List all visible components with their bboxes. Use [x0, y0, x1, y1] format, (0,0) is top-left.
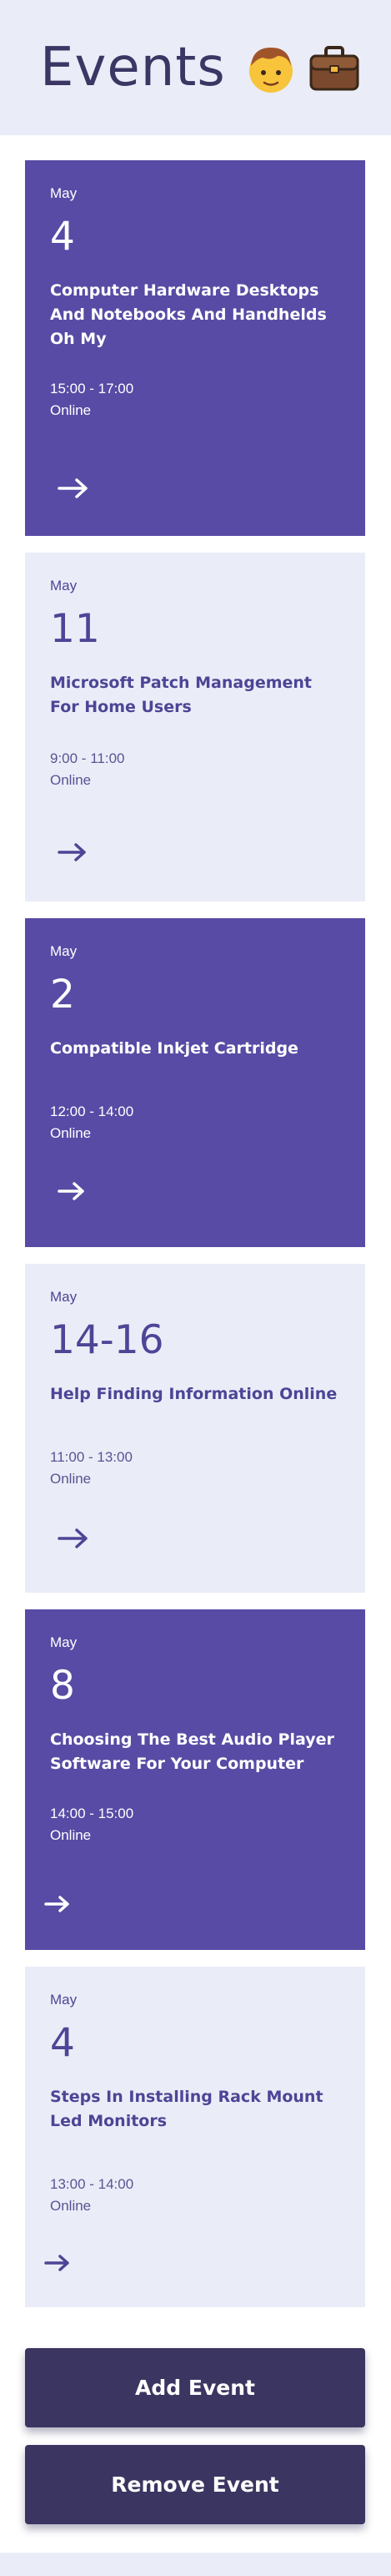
- event-card[interactable]: May 14-16 Help Finding Information Onlin…: [25, 1264, 365, 1593]
- event-title: Steps In Installing Rack Mount Led Monit…: [50, 2088, 323, 2130]
- event-title: Choosing The Best Audio Player Software …: [50, 1730, 334, 1773]
- event-month: May: [50, 578, 78, 593]
- page-header: Events: [0, 0, 391, 135]
- event-time: 13:00 - 14:00: [50, 2176, 134, 2192]
- event-day: 2: [50, 972, 75, 1018]
- event-month: May: [50, 1634, 78, 1650]
- event-time: 15:00 - 17:00: [50, 381, 134, 397]
- event-card[interactable]: May 4 Steps In Installing Rack Mount Led…: [25, 1967, 365, 2307]
- event-day: 4: [50, 2020, 75, 2066]
- event-location: Online: [50, 402, 92, 418]
- page-title: Events: [40, 37, 226, 98]
- event-card[interactable]: May 2 Compatible Inkjet Cartridge 12:00 …: [25, 918, 365, 1247]
- remove-event-button[interactable]: Remove Event: [25, 2445, 365, 2524]
- event-title: Compatible Inkjet Cartridge: [50, 1039, 298, 1058]
- arrow-right-icon[interactable]: [57, 477, 90, 499]
- event-title: Computer Hardware Desktops And Notebooks…: [50, 281, 327, 348]
- event-location: Online: [50, 2198, 92, 2214]
- event-location: Online: [50, 1471, 92, 1487]
- event-location: Online: [50, 1125, 92, 1141]
- event-title: Microsoft Patch Management For Home User…: [50, 674, 313, 716]
- event-time: 11:00 - 13:00: [50, 1449, 133, 1465]
- event-day: 11: [50, 606, 100, 652]
- event-day: 8: [50, 1663, 75, 1709]
- event-day: 4: [50, 214, 75, 260]
- arrow-right-icon[interactable]: [57, 1180, 90, 1202]
- event-location: Online: [50, 1827, 92, 1843]
- event-location: Online: [50, 772, 92, 788]
- arrow-right-icon[interactable]: [57, 1528, 90, 1549]
- event-month: May: [50, 943, 78, 959]
- face-emoji-icon: [246, 41, 296, 94]
- arrow-right-icon[interactable]: [43, 2252, 77, 2274]
- event-time: 14:00 - 15:00: [50, 1806, 134, 1821]
- event-title: Help Finding Information Online: [50, 1385, 338, 1403]
- event-day: 14-16: [50, 1317, 164, 1363]
- event-month: May: [50, 1289, 78, 1305]
- arrow-right-icon[interactable]: [57, 841, 90, 863]
- event-time: 9:00 - 11:00: [50, 750, 125, 766]
- event-month: May: [50, 185, 78, 201]
- event-card[interactable]: May 11 Microsoft Patch Management For Ho…: [25, 553, 365, 902]
- event-month: May: [50, 1992, 78, 2008]
- briefcase-emoji-icon: [308, 41, 359, 94]
- event-time: 12:00 - 14:00: [50, 1104, 134, 1119]
- event-card[interactable]: May 4 Computer Hardware Desktops And Not…: [25, 160, 365, 536]
- arrow-right-icon[interactable]: [43, 1893, 77, 1915]
- event-card-list: May 4 Computer Hardware Desktops And Not…: [25, 160, 365, 2324]
- footer-strip: [0, 2553, 391, 2576]
- event-card[interactable]: May 8 Choosing The Best Audio Player Sof…: [25, 1609, 365, 1950]
- add-event-button[interactable]: Add Event: [25, 2348, 365, 2427]
